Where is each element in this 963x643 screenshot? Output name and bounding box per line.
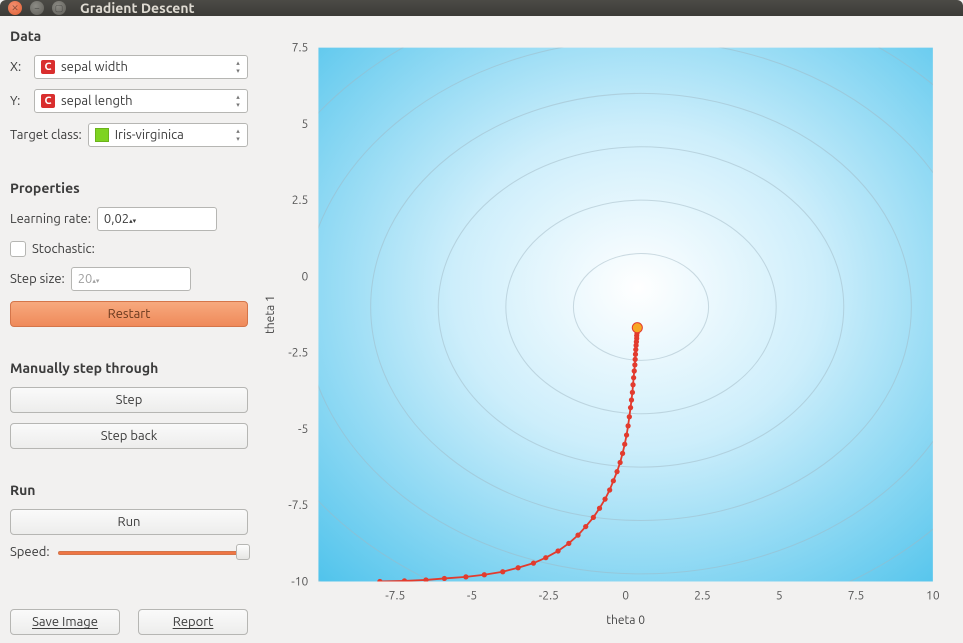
svg-text:7.5: 7.5 [848, 590, 865, 603]
step-size-input: 20 ▴▾ [71, 267, 191, 291]
restart-button[interactable]: Restart [10, 301, 248, 327]
svg-text:7.5: 7.5 [292, 42, 309, 55]
svg-text:theta 0: theta 0 [606, 613, 645, 627]
spinner-icon: ▴▾ [231, 125, 245, 145]
continuous-icon: C [41, 60, 55, 74]
step-size-value: 20 [78, 272, 93, 286]
x-select[interactable]: C sepal width ▴▾ [34, 55, 248, 79]
stochastic-checkbox[interactable] [10, 241, 26, 257]
y-label: Y: [10, 94, 28, 108]
svg-text:2.5: 2.5 [292, 194, 309, 207]
svg-text:-7.5: -7.5 [385, 590, 405, 603]
svg-text:5: 5 [302, 118, 309, 131]
svg-text:-5: -5 [467, 590, 477, 603]
y-value: sepal length [61, 94, 133, 108]
svg-text:5: 5 [776, 590, 783, 603]
svg-text:0: 0 [622, 590, 629, 603]
titlebar: ✕ – ▢ Gradient Descent [0, 0, 963, 16]
run-button[interactable]: Run [10, 509, 248, 535]
stochastic-label: Stochastic: [32, 242, 95, 256]
svg-text:-2.5: -2.5 [539, 590, 559, 603]
section-manual-title: Manually step through [10, 360, 248, 376]
continuous-icon: C [41, 94, 55, 108]
sidebar: Data X: C sepal width ▴▾ Y: C sepal leng… [0, 16, 258, 643]
svg-text:-10: -10 [291, 576, 308, 589]
svg-text:-7.5: -7.5 [288, 499, 308, 512]
x-label: X: [10, 60, 28, 74]
report-button[interactable]: Report [138, 609, 248, 635]
plot-area[interactable]: -7.5 -5 -2.5 0 2.5 5 7.5 10 -10 -7.5 -5 -2.5 0 2.5 5 7.… [258, 16, 963, 643]
svg-text:0: 0 [302, 270, 309, 283]
section-props-title: Properties [10, 180, 248, 196]
save-image-button[interactable]: Save Image [10, 609, 120, 635]
class-color-icon [95, 128, 109, 142]
lr-value: 0,02 [104, 212, 129, 226]
speed-slider[interactable] [58, 549, 248, 555]
svg-text:-5: -5 [298, 423, 308, 436]
spinner-icon: ▴▾ [92, 272, 99, 286]
minimize-icon[interactable]: – [30, 1, 44, 15]
target-value: Iris-virginica [115, 128, 184, 142]
svg-text:-2.5: -2.5 [288, 347, 308, 360]
close-icon[interactable]: ✕ [8, 1, 22, 15]
learning-rate-input[interactable]: 0,02 ▴▾ [97, 207, 217, 231]
step-back-button[interactable]: Step back [10, 423, 248, 449]
maximize-icon[interactable]: ▢ [52, 1, 66, 15]
spinner-icon: ▴▾ [129, 212, 136, 226]
spinner-icon: ▴▾ [231, 57, 245, 77]
svg-text:10: 10 [926, 590, 940, 603]
y-select[interactable]: C sepal length ▴▾ [34, 89, 248, 113]
speed-label: Speed: [10, 545, 50, 559]
target-select[interactable]: Iris-virginica ▴▾ [88, 123, 248, 147]
step-size-label: Step size: [10, 272, 65, 286]
x-value: sepal width [61, 60, 128, 74]
step-button[interactable]: Step [10, 387, 248, 413]
svg-text:2.5: 2.5 [694, 590, 711, 603]
lr-label: Learning rate: [10, 212, 91, 226]
target-label: Target class: [10, 128, 82, 142]
section-run-title: Run [10, 482, 248, 498]
section-data-title: Data [10, 28, 248, 44]
spinner-icon: ▴▾ [231, 91, 245, 111]
window-title: Gradient Descent [80, 0, 195, 16]
contour-plot: -7.5 -5 -2.5 0 2.5 5 7.5 10 -10 -7.5 -5 -2.5 0 2.5 5 7.… [258, 26, 953, 633]
svg-text:theta 1: theta 1 [263, 295, 277, 334]
